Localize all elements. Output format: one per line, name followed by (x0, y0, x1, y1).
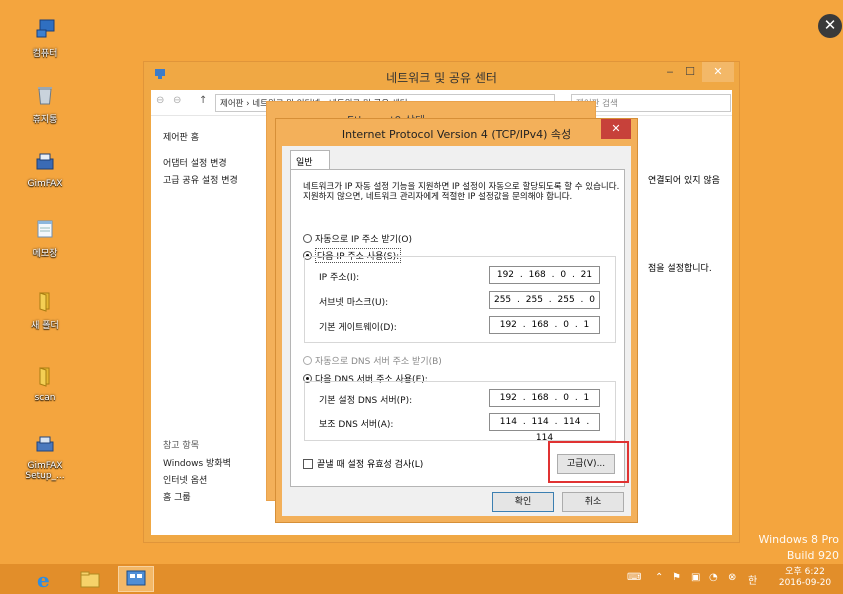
tray-expand-icon[interactable]: ⌃ (655, 572, 663, 583)
see-also-heading: 참고 항목 (163, 441, 199, 451)
maximize-button[interactable]: ☐ (680, 62, 700, 82)
left-nav: 제어판 홈 어댑터 설정 변경 고급 공유 설정 변경 참고 항목 Window… (151, 116, 271, 535)
dns-settings-group: 기본 설정 DNS 서버(P): 192 . 168 . 0 . 1 보조 DN… (304, 381, 616, 443)
see-also-homegroup[interactable]: 홈 그룹 (163, 490, 191, 503)
gateway-field[interactable]: 192 . 168 . 0 . 1 (489, 316, 600, 334)
window-title: 네트워크 및 공유 센터 (386, 71, 497, 85)
auto-ip-radio[interactable]: 자동으로 IP 주소 받기(O) (303, 232, 412, 245)
ip-address-field[interactable]: 192 . 168 . 0 . 21 (489, 266, 600, 284)
ipv4-dialog-title: Internet Protocol Version 4 (TCP/IPv4) 속… (341, 128, 572, 141)
desktop-icon-label: 새 폴더 (31, 321, 59, 331)
dialog-close-button[interactable]: ✕ (601, 119, 631, 139)
flag-icon[interactable]: ⚑ (672, 572, 681, 583)
radio-unselected-icon (303, 234, 312, 243)
back-arrow-icon[interactable]: ⊖ (156, 95, 164, 106)
general-panel: 네트워크가 IP 자동 설정 기능을 지원하면 IP 설정이 자동으로 할당되도… (290, 169, 625, 487)
checkbox-unchecked-icon (303, 458, 313, 469)
up-arrow-icon[interactable]: ↑ (199, 95, 207, 106)
auto-dns-radio[interactable]: 자동으로 DNS 서버 주소 받기(B) (303, 354, 442, 367)
connection-status-text: 연결되어 있지 않음 (648, 176, 720, 186)
desktop-icon-scan[interactable]: scan (15, 365, 75, 403)
desktop-icon-notepad[interactable]: 메모장 (15, 218, 75, 259)
clock[interactable]: 오후 6:22 2016-09-20 (775, 567, 835, 589)
network-tray-icon[interactable]: ▣ (691, 572, 700, 583)
desktop-icon-label: GimFAX (27, 179, 63, 189)
nav-adapter-settings[interactable]: 어댑터 설정 변경 (163, 156, 227, 169)
tab-general[interactable]: 일반 (290, 150, 330, 170)
windows-watermark-build: Build 920 (786, 549, 839, 562)
cancel-button[interactable]: 취소 (562, 492, 624, 512)
desktop-icon-computer[interactable]: 컴퓨터 (15, 18, 75, 59)
desktop-icon-label: 메모장 (32, 249, 58, 259)
taskbar-active-window[interactable] (118, 566, 154, 592)
radio-disabled-icon (303, 356, 312, 365)
file-explorer-icon[interactable] (78, 568, 102, 590)
subnet-mask-field[interactable]: 255 . 255 . 255 . 0 (489, 291, 600, 309)
desktop-icon-label: 휴지통 (32, 115, 58, 125)
alternate-dns-label: 보조 DNS 서버(A): (319, 420, 394, 430)
desktop-icon-gimfax-setup[interactable]: GimFAX Setup_... (15, 433, 75, 481)
validate-settings-label: 끝낼 때 설정 유효성 검사(L) (317, 460, 424, 470)
see-also-firewall[interactable]: Windows 방화벽 (163, 456, 231, 469)
clock-date: 2016-09-20 (778, 578, 832, 588)
desktop-icon-gimfax[interactable]: GimFAX (15, 151, 75, 189)
desktop-icon-label: GimFAX Setup_... (25, 461, 65, 481)
windows-watermark-edition: Windows 8 Pro (758, 533, 839, 546)
folder-icon (39, 292, 50, 312)
minimize-button[interactable]: ‒ (660, 62, 680, 82)
taskbar: e ⌨ ⌃ ⚑ ▣ ◔ ⊗ 한 오후 6:22 2016-09-20 (0, 564, 843, 594)
nav-advanced-sharing[interactable]: 고급 공유 설정 변경 (163, 173, 238, 186)
ip-settings-group: IP 주소(I): 192 . 168 . 0 . 21 서브넷 마스크(U):… (304, 256, 616, 343)
setup-text: 점을 설정합니다. (648, 264, 712, 274)
auto-dns-label: 자동으로 DNS 서버 주소 받기(B) (315, 357, 442, 367)
forward-arrow-icon[interactable]: ⊖ (173, 95, 181, 106)
desktop-icon-label: scan (34, 393, 56, 403)
internet-explorer-icon[interactable]: e (34, 568, 58, 590)
ime-language-indicator[interactable]: 한 (748, 572, 757, 587)
setup-icon (36, 436, 54, 452)
svg-text:e: e (37, 568, 50, 590)
desktop-icon-recycle-bin[interactable]: 휴지통 (15, 84, 75, 125)
desktop-icon-label: 컴퓨터 (32, 49, 58, 59)
network-center-icon (126, 570, 146, 586)
nav-control-panel-home[interactable]: 제어판 홈 (163, 130, 199, 143)
highlight-box (548, 441, 629, 483)
window-close-button[interactable]: ✕ (702, 62, 734, 82)
alternate-dns-field[interactable]: 114 . 114 . 114 . 114 (489, 413, 600, 443)
ip-address-label: IP 주소(I): (319, 273, 360, 283)
notepad-icon (37, 220, 53, 238)
preferred-dns-label: 기본 설정 DNS 서버(P): (319, 396, 413, 406)
close-icon[interactable]: ✕ (818, 14, 842, 38)
keyboard-icon[interactable]: ⌨ (627, 572, 641, 583)
clock-time: 오후 6:22 (785, 567, 825, 577)
volume-icon[interactable]: ◔ (709, 572, 718, 583)
auto-ip-label: 자동으로 IP 주소 받기(O) (315, 235, 413, 245)
ok-button[interactable]: 확인 (492, 492, 554, 512)
preferred-dns-field[interactable]: 192 . 168 . 0 . 1 (489, 389, 600, 407)
window-titlebar: 네트워크 및 공유 센터 ‒ ☐ ✕ (144, 62, 739, 90)
desktop-icon-new-folder[interactable]: 새 폴더 (15, 290, 75, 331)
folder-icon (39, 367, 50, 387)
gateway-label: 기본 게이트웨이(D): (319, 323, 397, 333)
computer-icon (36, 19, 55, 38)
recycle-bin-icon (38, 87, 52, 105)
validate-settings-checkbox[interactable]: 끝낼 때 설정 유효성 검사(L) (303, 457, 423, 470)
fax-app-icon (36, 153, 54, 170)
description-text: 네트워크가 IP 자동 설정 기능을 지원하면 IP 설정이 자동으로 할당되도… (303, 182, 620, 202)
ime-mode-icon[interactable]: ⊗ (728, 572, 736, 583)
subnet-mask-label: 서브넷 마스크(U): (319, 298, 389, 308)
see-also-internet-options[interactable]: 인터넷 옵션 (163, 473, 207, 486)
